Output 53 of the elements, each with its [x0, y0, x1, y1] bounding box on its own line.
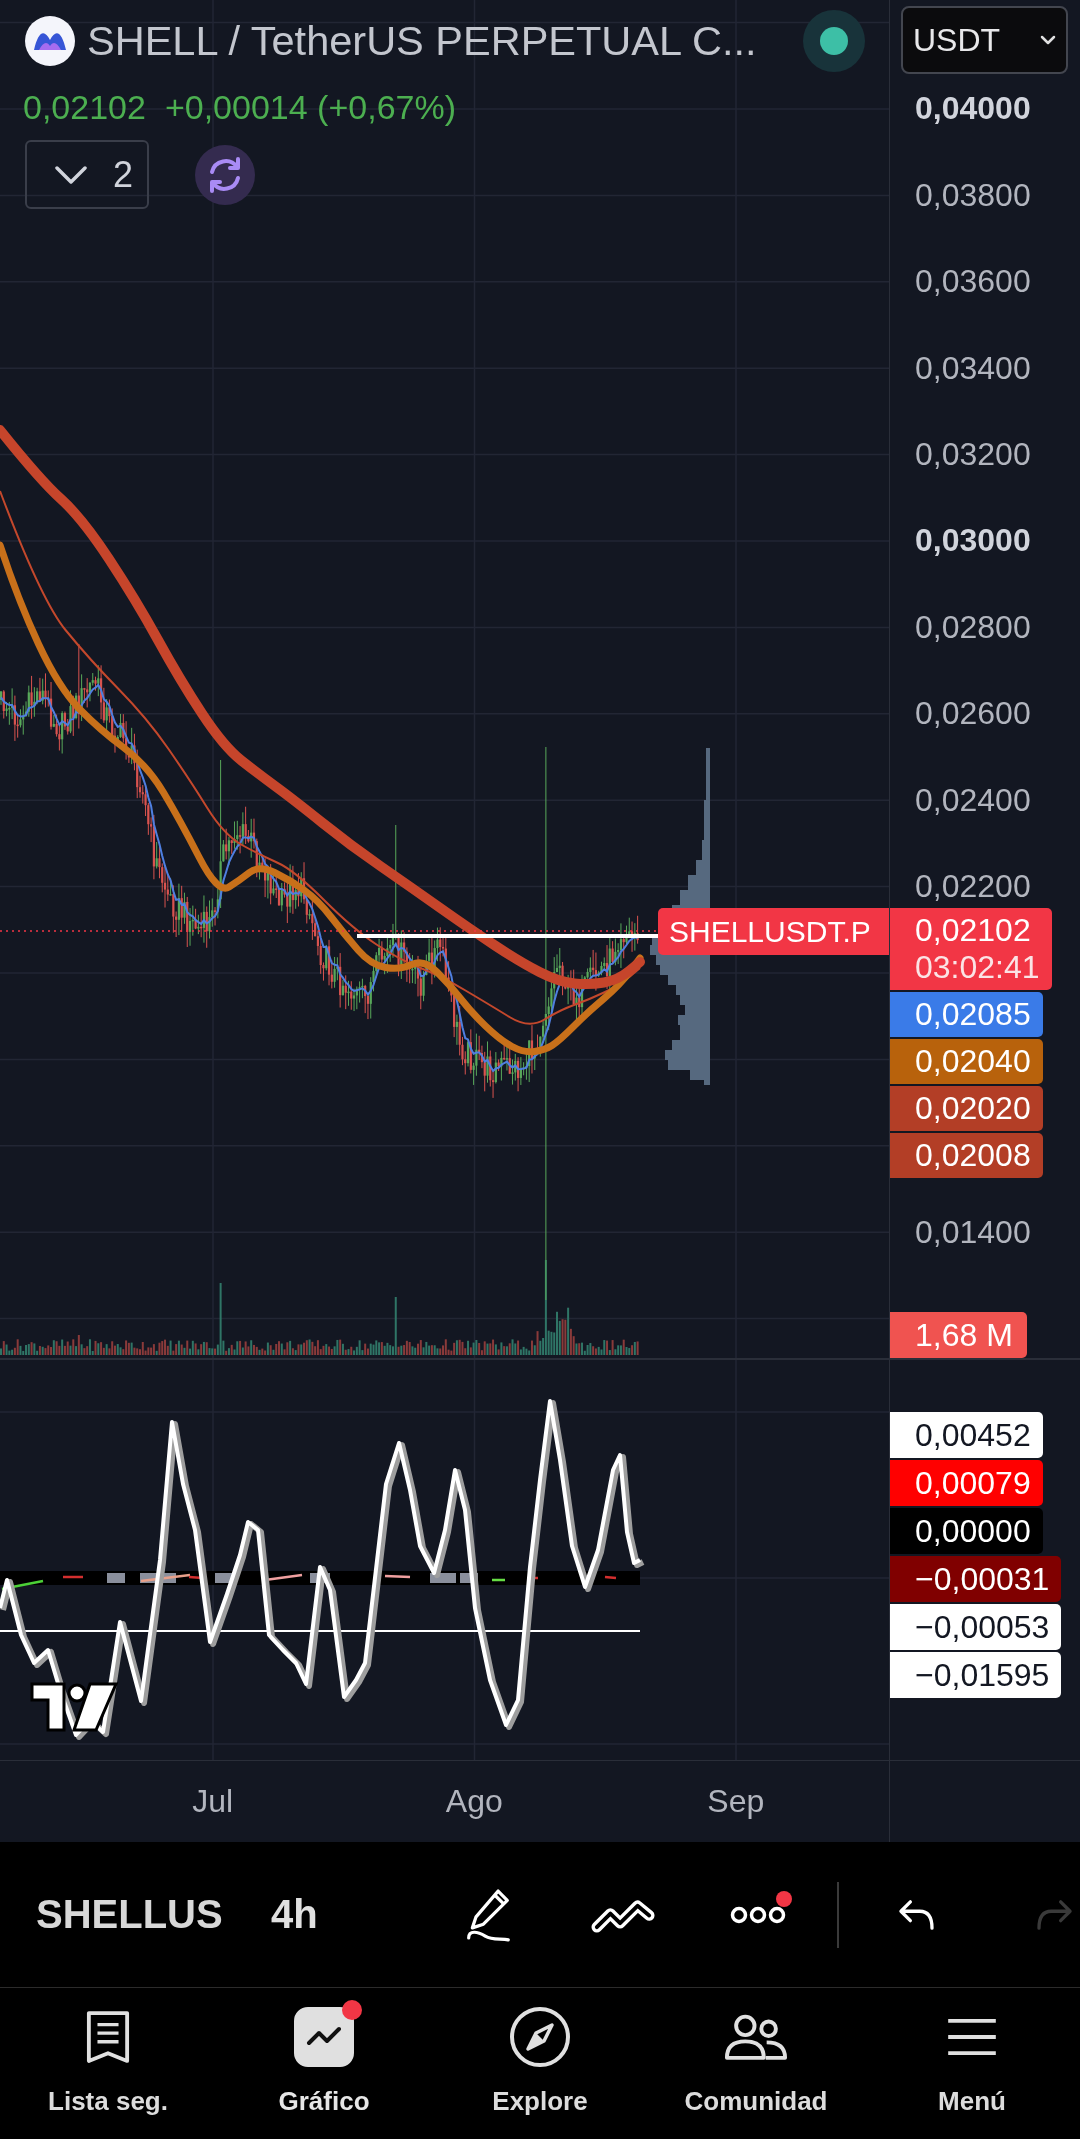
indicator-value-tag: −0,01595 [890, 1652, 1062, 1698]
document-list-icon [86, 2010, 130, 2064]
price-tag: 0,02085 [890, 992, 1043, 1037]
time-axis-label: Ago [445, 1783, 503, 1820]
chevron-down-icon [1040, 35, 1056, 45]
last-price: 0,02102 [23, 87, 146, 127]
countdown-timer: 03:02:41 [915, 949, 1040, 986]
symbol-picker[interactable]: SHELLUS [36, 1892, 223, 1937]
undo-icon[interactable] [897, 1898, 935, 1931]
indicator-value-tag: 0,00000 [890, 1508, 1043, 1554]
nav-tab[interactable]: Menú [864, 1988, 1080, 2138]
price-change: +0,00014 (+0,67%) [164, 87, 456, 127]
people-icon [724, 2013, 788, 2061]
price-axis-label: 0,03000 [915, 522, 1031, 560]
compass-icon [509, 2006, 571, 2068]
price-axis-label: 0,03400 [915, 349, 1031, 387]
symbol-label: SHELLUSDT.P [658, 908, 889, 955]
nav-tab[interactable]: Gráfico [216, 1988, 432, 2138]
time-axis-label: Jul [192, 1783, 234, 1820]
price-tag: 0,02020 [890, 1086, 1043, 1131]
nav-tab[interactable]: Explore [432, 1988, 648, 2138]
price-axis-label: 0,03200 [915, 436, 1031, 474]
price-axis-label: 0,02400 [915, 781, 1031, 819]
price-tag-value: 0,02102 [915, 912, 1032, 949]
menu-icon [946, 2017, 998, 2057]
price-tag: 0,02008 [890, 1133, 1043, 1178]
indicator-value-tag: −0,00031 [890, 1556, 1062, 1602]
price-axis-label: 0,02600 [915, 695, 1031, 733]
chevron-down-icon [55, 165, 87, 184]
volume-tag: 1,68 M [890, 1312, 1027, 1358]
interval-picker[interactable]: 4h [271, 1892, 318, 1937]
price-axis-label: 0,04000 [915, 90, 1031, 128]
indicators-toggle-button[interactable]: 2 [25, 140, 150, 209]
chart-icon [294, 2007, 354, 2067]
price-tag: 0,02040 [890, 1039, 1043, 1084]
more-icon[interactable] [729, 1904, 786, 1925]
nav-tab[interactable]: Comunidad [648, 1988, 864, 2138]
sync-icon[interactable] [195, 144, 256, 205]
indicator-value-tag: 0,00452 [890, 1412, 1043, 1458]
price-axis-label: 0,03800 [915, 176, 1031, 214]
pencil-icon[interactable] [464, 1886, 511, 1943]
price-axis-label: 0,01400 [915, 1214, 1031, 1252]
price-axis-label: 0,02200 [915, 868, 1031, 905]
symbol-logo-icon [25, 16, 75, 66]
time-axis-label: Sep [707, 1783, 765, 1820]
nav-tab[interactable]: Lista seg. [0, 1988, 216, 2138]
chart-logo-icon [30, 1682, 119, 1732]
price-axis-label: 0,03600 [915, 263, 1031, 301]
indicator-value-tag: −0,00053 [890, 1604, 1062, 1650]
price-axis-label: 0,02800 [915, 608, 1031, 646]
currency-dropdown[interactable]: USDT [901, 6, 1068, 74]
indicator-value-tag: 0,00079 [890, 1460, 1043, 1506]
symbol-title[interactable]: SHELL / TetherUS PERPETUAL C... [87, 17, 757, 65]
